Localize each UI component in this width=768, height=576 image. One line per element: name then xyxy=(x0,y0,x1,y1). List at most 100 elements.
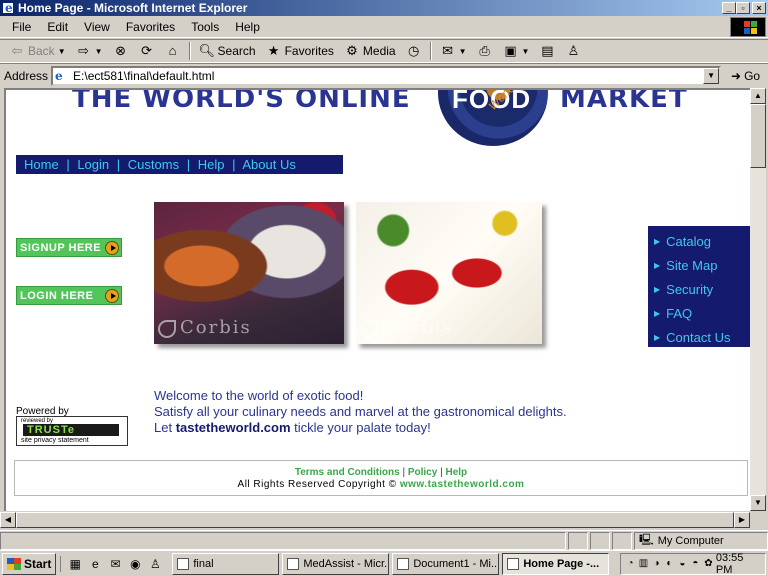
media-button[interactable]: ⚙ Media xyxy=(339,40,401,62)
edit-button[interactable]: ▣ ▼ xyxy=(498,40,535,62)
history-button[interactable]: ◷ xyxy=(401,40,427,62)
site-title: THE WORLD'S ONLINE MARKET xyxy=(72,90,687,114)
scroll-right-button[interactable]: ▶ xyxy=(734,512,750,528)
copyright-link[interactable]: www.tastetheworld.com xyxy=(400,479,525,490)
close-button[interactable]: × xyxy=(752,2,766,14)
search-button[interactable]: 🔍︎ Search xyxy=(194,40,261,62)
truste-badge[interactable]: reviewed by TRUSTe site privacy statemen… xyxy=(16,416,128,446)
print-icon: ⎙ xyxy=(479,43,490,58)
security-zone: 🖳 My Computer xyxy=(634,531,768,550)
right-nav-catalog[interactable]: ▶ Catalog xyxy=(648,229,750,253)
tray-icon[interactable]: ◓ xyxy=(690,557,701,571)
messenger-button[interactable]: ♙ xyxy=(560,40,586,62)
truste-logo: TRUSTe xyxy=(23,424,119,436)
welcome-brand: tastetheworld.com xyxy=(175,420,291,435)
print-button[interactable]: ⎙ xyxy=(472,40,498,62)
stop-button[interactable]: ⊗ xyxy=(108,40,134,62)
nav-help[interactable]: Help xyxy=(198,157,225,172)
tray-icon[interactable]: ◑ xyxy=(651,557,662,571)
footer-separator: | xyxy=(440,467,443,478)
messenger-icon[interactable]: ♙ xyxy=(147,556,163,572)
menu-favorites[interactable]: Favorites xyxy=(118,20,183,34)
history-icon: ◷ xyxy=(407,43,420,58)
home-icon: ⌂ xyxy=(168,43,177,58)
start-button[interactable]: Start xyxy=(2,552,57,575)
task-document1[interactable]: Document1 - Mi... xyxy=(392,552,500,575)
desktop-icon[interactable]: ▦ xyxy=(67,556,83,572)
menu-file[interactable]: File xyxy=(4,20,39,34)
lobster-photo: Corbis xyxy=(356,202,542,344)
task-label: Home Page -... xyxy=(523,557,600,570)
system-tray: ◔ ▥ ◑ ◐ ◒ ◓ ✿ 03:55 PM xyxy=(620,552,766,576)
vertical-scrollbar[interactable]: ▲ ▼ xyxy=(750,88,766,511)
footer-links: Terms and Conditions | Policy | Help xyxy=(15,467,747,478)
scrollbar-corner xyxy=(750,512,766,528)
title-bar[interactable]: Home Page - Microsoft Internet Explorer … xyxy=(0,0,768,16)
horizontal-scroll-thumb[interactable] xyxy=(16,512,734,528)
task-final[interactable]: final xyxy=(172,552,280,575)
outlook-icon[interactable]: ✉ xyxy=(107,556,123,572)
windows-flag-icon xyxy=(7,557,21,570)
menu-view[interactable]: View xyxy=(76,20,118,34)
footer-help-link[interactable]: Help xyxy=(445,467,467,478)
page-content: THE WORLD'S ONLINE MARKET FOOD World Hom… xyxy=(4,88,750,511)
footer-terms-link[interactable]: Terms and Conditions xyxy=(295,467,400,478)
start-label: Start xyxy=(24,556,52,571)
chevron-down-icon: ▼ xyxy=(94,46,103,56)
horizontal-scrollbar[interactable]: ◀ ▶ xyxy=(0,512,750,528)
tray-icon[interactable]: ✿ xyxy=(703,557,714,571)
task-medassist[interactable]: MedAssist - Micr... xyxy=(282,552,390,575)
top-nav: Home | Login | Customs | Help | About Us xyxy=(16,155,343,174)
windows-logo-icon xyxy=(730,17,766,37)
refresh-button[interactable]: ⟳ xyxy=(134,40,160,62)
network-icon[interactable]: ▥ xyxy=(638,557,649,571)
nav-login[interactable]: Login xyxy=(77,157,109,172)
vertical-scroll-thumb[interactable] xyxy=(750,104,766,168)
tray-icon[interactable]: ◔ xyxy=(625,557,636,571)
login-button[interactable]: LOGIN HERE xyxy=(16,286,122,305)
forward-button[interactable]: ⇨ ▼ xyxy=(71,40,108,62)
address-input[interactable]: e E:\ect581\final\default.html ▼ xyxy=(51,65,722,86)
task-label: MedAssist - Micr... xyxy=(303,557,390,570)
nav-about-us[interactable]: About Us xyxy=(242,157,295,172)
task-label: Document1 - Mi... xyxy=(413,557,500,570)
photo-watermark: Corbis xyxy=(180,317,252,338)
signup-button[interactable]: SIGNUP HERE xyxy=(16,238,122,257)
truste-sub: site privacy statement xyxy=(21,437,89,444)
right-nav-contact-us[interactable]: ▶ Contact Us xyxy=(648,325,750,349)
favorites-button[interactable]: ★ Favorites xyxy=(261,40,339,62)
right-nav-faq[interactable]: ▶ FAQ xyxy=(648,301,750,325)
tray-icon[interactable]: ◒ xyxy=(677,557,688,571)
address-dropdown-button[interactable]: ▼ xyxy=(703,67,720,84)
nav-customs[interactable]: Customs xyxy=(128,157,179,172)
ie-icon[interactable]: e xyxy=(87,556,103,572)
media-player-icon[interactable]: ◉ xyxy=(127,556,143,572)
nav-home[interactable]: Home xyxy=(24,157,59,172)
address-label: Address xyxy=(4,68,49,83)
discuss-button[interactable]: ▤ xyxy=(534,40,560,62)
media-label: Media xyxy=(362,44,396,58)
menu-help[interactable]: Help xyxy=(227,20,268,34)
back-button[interactable]: ⇦ Back ▼ xyxy=(4,40,71,62)
welcome-line-3: Let tastetheworld.com tickle your palate… xyxy=(154,420,567,436)
right-nav-security[interactable]: ▶ Security xyxy=(648,277,750,301)
bullet-icon: ▶ xyxy=(654,260,661,270)
scroll-down-button[interactable]: ▼ xyxy=(750,495,766,511)
tray-icon[interactable]: ◐ xyxy=(664,557,675,571)
mail-button[interactable]: ✉ ▼ xyxy=(435,40,472,62)
scroll-up-button[interactable]: ▲ xyxy=(750,88,766,104)
go-button[interactable]: ➜ Go xyxy=(731,69,760,83)
maximize-button[interactable]: ▫ xyxy=(736,2,750,14)
footer-policy-link[interactable]: Policy xyxy=(408,467,437,478)
arrow-right-icon xyxy=(105,241,119,255)
task-home-page[interactable]: Home Page -... xyxy=(502,552,610,575)
menu-tools[interactable]: Tools xyxy=(183,20,227,34)
menu-bar: File Edit View Favorites Tools Help xyxy=(0,16,768,38)
minimize-button[interactable]: _ xyxy=(722,2,736,14)
right-nav-site-map[interactable]: ▶ Site Map xyxy=(648,253,750,277)
scroll-left-button[interactable]: ◀ xyxy=(0,512,16,528)
arrow-right-icon xyxy=(105,289,119,303)
menu-edit[interactable]: Edit xyxy=(39,20,76,34)
home-button[interactable]: ⌂ xyxy=(160,40,186,62)
folder-icon xyxy=(177,557,190,570)
